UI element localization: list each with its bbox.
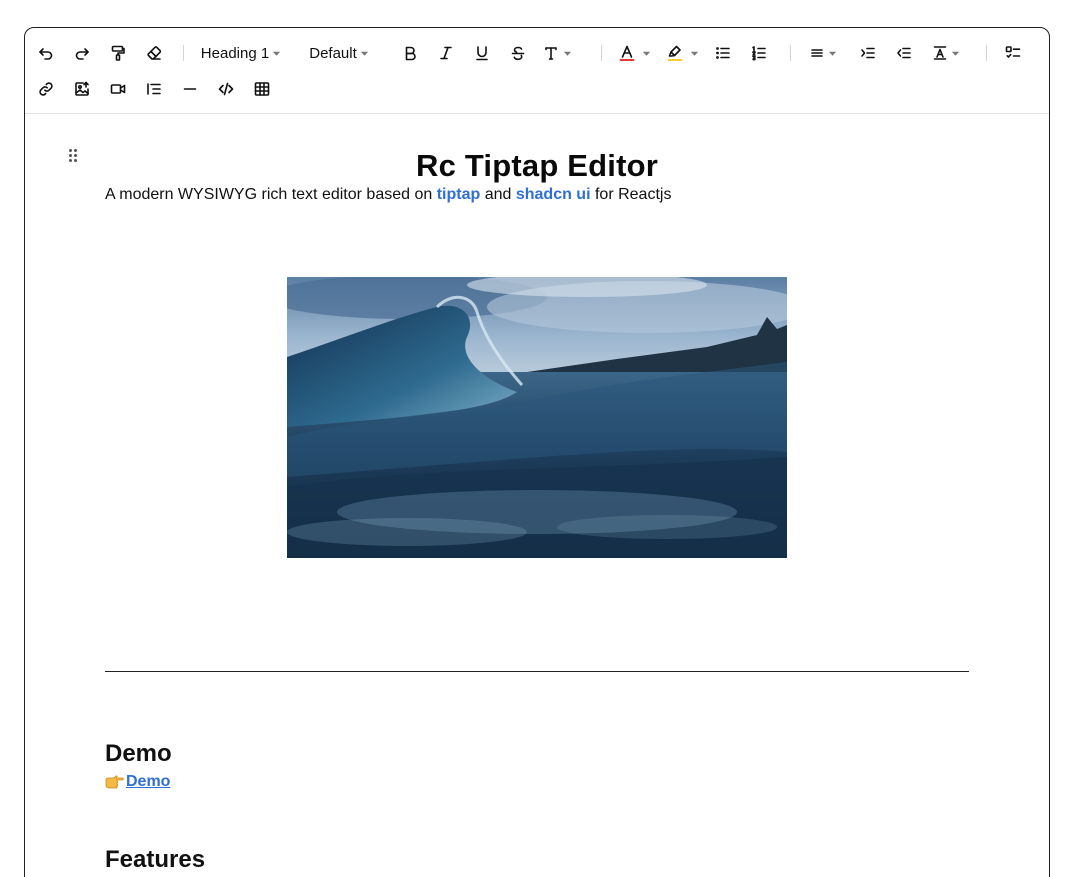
- intro-paragraph: A modern WYSIWYG rich text editor based …: [105, 186, 671, 204]
- intro-text: A modern WYSIWYG rich text editor based …: [105, 186, 437, 203]
- demo-link[interactable]: Demo: [105, 773, 170, 791]
- redo-icon: [75, 48, 89, 60]
- text-align-button[interactable]: [805, 39, 841, 67]
- font-family-select[interactable]: Default: [305, 39, 373, 67]
- redo-button[interactable]: [69, 39, 95, 67]
- demo-heading: Demo: [105, 740, 172, 767]
- bold-button[interactable]: [397, 39, 423, 67]
- video-button[interactable]: [105, 75, 131, 103]
- highlight-icon: [667, 45, 683, 61]
- italic-button[interactable]: [433, 39, 459, 67]
- pointing-hand-icon: [105, 775, 124, 789]
- strikethrough-icon: [511, 46, 525, 61]
- ordered-list-button[interactable]: [746, 39, 772, 67]
- horizontal-rule-icon: [183, 88, 197, 90]
- task-list-button[interactable]: [1000, 39, 1026, 67]
- indent-icon: [861, 47, 875, 59]
- table-of-contents-icon: [147, 83, 161, 95]
- heading-select[interactable]: Heading 1: [197, 39, 285, 67]
- table-button[interactable]: [249, 75, 275, 103]
- toolbar-divider: [790, 45, 791, 61]
- undo-button[interactable]: [33, 39, 59, 67]
- toolbar-divider: [183, 45, 184, 61]
- font-size-icon: [545, 47, 557, 60]
- image-upload-button[interactable]: [69, 75, 95, 103]
- shadcn-ui-link[interactable]: shadcn ui: [516, 186, 591, 203]
- chevron-down-icon: [563, 51, 572, 56]
- horizontal-rule-button[interactable]: [177, 75, 203, 103]
- outdent-icon: [897, 47, 911, 59]
- strikethrough-button[interactable]: [505, 39, 531, 67]
- code-icon: [218, 82, 234, 96]
- video-icon: [110, 84, 126, 94]
- ocean-wave-image[interactable]: [287, 277, 787, 558]
- toolbar-divider: [601, 45, 602, 61]
- heading-select-label: Heading 1: [200, 44, 270, 62]
- editor-toolbar: Heading 1 Default: [25, 28, 1049, 114]
- text-color-button[interactable]: [615, 39, 655, 67]
- toolbar-divider: [986, 45, 987, 61]
- link-button[interactable]: [33, 75, 59, 103]
- chevron-down-icon: [642, 51, 651, 56]
- chevron-down-icon: [690, 51, 699, 56]
- intro-text: and: [480, 186, 516, 203]
- line-height-icon: [933, 46, 947, 60]
- chevron-down-icon: [951, 51, 960, 56]
- text-color-icon: [619, 45, 635, 61]
- eraser-icon: [147, 46, 162, 60]
- line-height-button[interactable]: [927, 39, 965, 67]
- bullet-list-button[interactable]: [710, 39, 736, 67]
- document-title: Rc Tiptap Editor: [415, 148, 659, 183]
- chevron-down-icon: [828, 51, 837, 56]
- demo-link-text: Demo: [126, 773, 171, 790]
- clear-format-button[interactable]: [141, 39, 167, 67]
- horizontal-rule: [105, 671, 969, 672]
- rich-text-editor: Heading 1 Default Rc Tiptap Editor A mod…: [24, 27, 1050, 877]
- highlight-button[interactable]: [663, 39, 703, 67]
- image-upload-icon: [75, 81, 89, 96]
- code-block-button[interactable]: [213, 75, 239, 103]
- underline-button[interactable]: [469, 39, 495, 67]
- format-painter-button[interactable]: [105, 39, 131, 67]
- bold-icon: [405, 46, 416, 61]
- ordered-list-icon: [752, 46, 766, 61]
- table-of-contents-button[interactable]: [141, 75, 167, 103]
- intro-text: for Reactjs: [590, 186, 672, 203]
- chevron-down-icon: [360, 51, 368, 56]
- link-icon: [39, 82, 53, 96]
- font-family-select-label: Default: [309, 44, 357, 62]
- features-heading: Features: [105, 846, 206, 873]
- italic-icon: [440, 46, 452, 60]
- tiptap-link[interactable]: tiptap: [437, 186, 481, 203]
- outdent-button[interactable]: [891, 39, 917, 67]
- format-painter-icon: [111, 45, 125, 61]
- bullet-list-icon: [716, 47, 730, 59]
- indent-button[interactable]: [855, 39, 881, 67]
- underline-icon: [476, 46, 488, 61]
- font-size-button[interactable]: [541, 39, 575, 67]
- chevron-down-icon: [273, 51, 281, 56]
- task-list-icon: [1005, 46, 1021, 58]
- undo-icon: [39, 48, 53, 60]
- align-icon: [811, 49, 823, 57]
- table-icon: [254, 82, 270, 96]
